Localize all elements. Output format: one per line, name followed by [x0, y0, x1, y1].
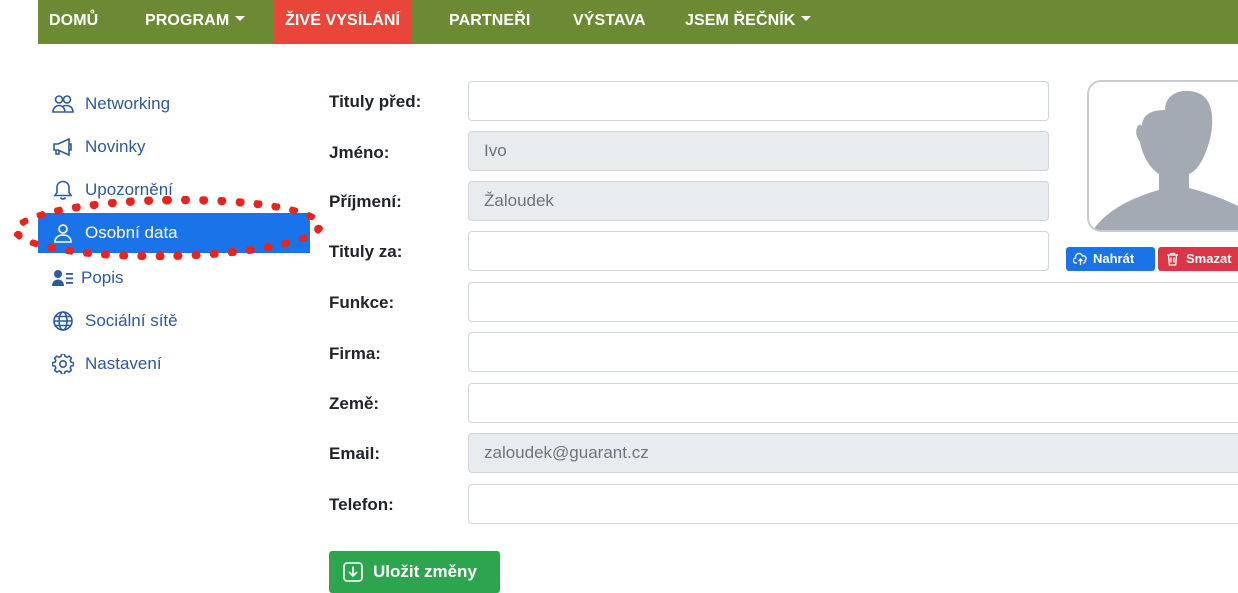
cloud-upload-icon	[1073, 252, 1087, 265]
bell-icon	[53, 180, 73, 200]
sidebar-item-label: Upozornění	[85, 180, 173, 199]
nav-item-partneri[interactable]: PARTNEŘI	[449, 0, 530, 44]
firma-input[interactable]	[468, 332, 1238, 372]
avatar-placeholder-icon	[1093, 90, 1238, 230]
sidebar-item-label: Networking	[85, 94, 171, 113]
email-input[interactable]	[468, 433, 1238, 473]
jmeno-input[interactable]	[468, 131, 1049, 171]
label-zeme: Země:	[329, 394, 380, 413]
download-icon	[343, 562, 363, 582]
upload-photo-button[interactable]: Nahrát	[1066, 247, 1155, 271]
nav-item-label: VÝSTAVA	[573, 12, 646, 29]
funkce-input[interactable]	[468, 282, 1238, 322]
delete-photo-label: Smazat	[1186, 251, 1232, 266]
save-changes-label: Uložit změny	[373, 562, 477, 581]
sidebar-item-label: Popis	[81, 268, 124, 287]
prijmeni-input[interactable]	[468, 181, 1049, 221]
sidebar-item-label: Osobní data	[85, 223, 178, 242]
label-jmeno: Jméno:	[329, 143, 390, 162]
nav-item-program[interactable]: PROGRAM	[145, 0, 246, 44]
nav-item-label: JSEM ŘEČNÍK	[685, 12, 796, 29]
caret-down-icon	[235, 16, 246, 22]
upload-photo-label: Nahrát	[1093, 251, 1135, 266]
avatar	[1087, 80, 1238, 232]
nav-item-jsem-recnik[interactable]: JSEM ŘEČNÍK	[685, 0, 812, 44]
people-icon	[52, 95, 74, 113]
sidebar-item-label: Novinky	[85, 137, 146, 156]
nav-item-label: PROGRAM	[145, 12, 230, 29]
trash-icon	[1167, 252, 1178, 266]
nav-item-label: PARTNEŘI	[449, 12, 531, 29]
tituly-pred-input[interactable]	[468, 81, 1049, 121]
label-tituly-pred: Tituly před:	[329, 92, 422, 111]
nav-item-domu[interactable]: DOMŮ	[49, 0, 98, 44]
label-firma: Firma:	[329, 344, 381, 363]
delete-photo-button[interactable]: Smazat	[1158, 247, 1238, 271]
telefon-input[interactable]	[468, 484, 1238, 524]
nav-item-label: DOMŮ	[49, 12, 99, 29]
top-navbar: DOMŮ PROGRAM ŽIVÉ VYSÍLÁNÍ PARTNEŘI VÝST…	[38, 0, 1238, 44]
caret-down-icon	[801, 16, 812, 22]
tituly-za-input[interactable]	[468, 231, 1049, 271]
sidebar-item-label: Sociální sítě	[85, 311, 178, 330]
nav-item-zive-vysilani[interactable]: ŽIVÉ VYSÍLÁNÍ	[273, 0, 413, 44]
person-icon	[54, 224, 72, 243]
nav-item-vystava[interactable]: VÝSTAVA	[573, 0, 646, 44]
label-email: Email:	[329, 444, 381, 463]
label-tituly-za: Tituly za:	[329, 242, 403, 261]
label-funkce: Funkce:	[329, 293, 395, 312]
save-changes-button[interactable]: Uložit změny	[329, 551, 500, 593]
nav-item-label: ŽIVÉ VYSÍLÁNÍ	[285, 12, 401, 29]
sidebar-item-osobni-data[interactable]: Osobní data	[38, 213, 310, 253]
gear-icon	[52, 354, 74, 374]
sidebar-item-label: Nastavení	[85, 354, 162, 373]
label-prijmeni: Příjmení:	[329, 192, 402, 211]
globe-icon	[53, 311, 73, 331]
person-lines-icon	[52, 270, 73, 286]
label-telefon: Telefon:	[329, 495, 394, 514]
megaphone-icon	[53, 137, 72, 157]
zeme-input[interactable]	[468, 383, 1238, 423]
